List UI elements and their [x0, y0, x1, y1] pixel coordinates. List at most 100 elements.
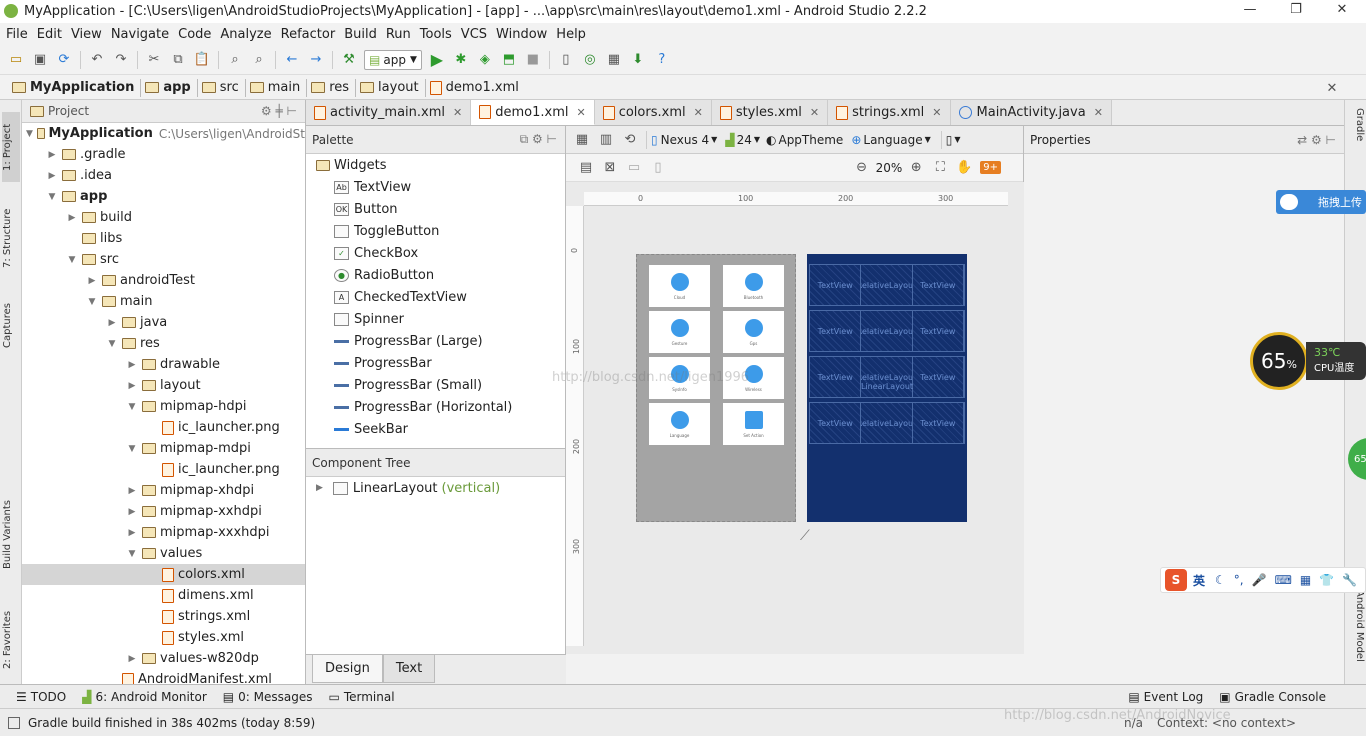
palette-settings-icon[interactable]: ⧉ ⚙ ⊢ [520, 132, 557, 147]
project-panel-title[interactable]: Project [48, 104, 89, 118]
tool-tab-event-log[interactable]: ▤ Event Log [1128, 690, 1203, 704]
palette-item[interactable]: Spinner [306, 308, 565, 330]
blueprint-preview[interactable]: TextViewRelativeLayoutTextView TextViewR… [807, 254, 967, 522]
breadcrumb-res[interactable]: res [307, 78, 357, 97]
expanded-arrow-icon[interactable]: ▼ [126, 402, 138, 412]
cpu-widget[interactable]: 65% 33℃ CPU温度 [1250, 332, 1366, 390]
tab-strings[interactable]: strings.xml ✕ [828, 100, 951, 125]
collapsed-arrow-icon[interactable]: ▶ [106, 318, 118, 328]
tree-item[interactable]: ▶ mipmap-xhdpi [22, 480, 305, 501]
expanded-arrow-icon[interactable]: ▼ [86, 297, 98, 307]
blueprint-row[interactable]: TextViewRelativeLayoutTextView [809, 310, 965, 352]
menu-help[interactable]: Help [556, 27, 586, 42]
tree-item[interactable]: ▶ layout [22, 375, 305, 396]
breadcrumb-src[interactable]: src [198, 78, 246, 97]
tree-item[interactable]: ▼ main [22, 291, 305, 312]
tab-text[interactable]: Text [382, 655, 436, 683]
help-icon[interactable]: ? [652, 50, 672, 70]
breadcrumb-myapplication[interactable]: MyApplication [8, 78, 142, 97]
margin-icon[interactable]: ▭ [624, 158, 644, 178]
tree-item[interactable]: strings.xml [22, 606, 305, 627]
minimize-button[interactable]: — [1230, 2, 1270, 20]
shirt-icon[interactable]: 👕 [1319, 573, 1334, 587]
copy-icon[interactable]: ⧉ [168, 50, 188, 70]
tree-item[interactable]: styles.xml [22, 627, 305, 648]
blueprint-row[interactable]: TextViewRelativeLayoutTextView [809, 264, 965, 306]
design-canvas[interactable]: 0 100 200 300 0 100 200 300 Cloud Blueto… [566, 182, 1024, 654]
close-icon[interactable]: ✕ [932, 106, 941, 119]
blueprint-view-icon[interactable]: ▥ [596, 130, 616, 150]
tab-mainactivity[interactable]: MainActivity.java ✕ [950, 100, 1112, 125]
menu-edit[interactable]: Edit [37, 27, 62, 42]
tool-tab-favorites[interactable]: 2: Favorites [2, 600, 20, 680]
tree-item[interactable]: AndroidManifest.xml [22, 669, 305, 684]
cut-icon[interactable]: ✂ [144, 50, 164, 70]
tree-item[interactable]: ▼ app [22, 186, 305, 207]
tree-item[interactable]: ▼ src [22, 249, 305, 270]
tile-gps[interactable]: Gps [723, 311, 784, 353]
expanded-arrow-icon[interactable]: ▼ [106, 339, 118, 349]
make-project-icon[interactable]: ⚒ [339, 50, 359, 70]
api-select[interactable]: 24 [737, 133, 752, 147]
pack-icon[interactable]: ▯ [648, 158, 668, 178]
tile-bluetooth[interactable]: Bluetooth [723, 265, 784, 307]
tool-tab-project[interactable]: 1: Project [2, 112, 20, 182]
tile-cloud[interactable]: Cloud [649, 265, 710, 307]
attach-debugger-icon[interactable]: ⬒ [499, 50, 519, 70]
design-view-icon[interactable]: ▦ [572, 130, 592, 150]
menu-analyze[interactable]: Analyze [220, 27, 271, 42]
tree-item[interactable]: ▶ values-w820dp [22, 648, 305, 669]
collapsed-arrow-icon[interactable]: ▶ [126, 528, 138, 538]
warnings-badge[interactable]: 9+ [980, 161, 1001, 174]
tool-tab-todo[interactable]: ☰ TODO [16, 690, 66, 704]
close-button[interactable]: ✕ [1322, 2, 1362, 20]
back-icon[interactable]: ← [282, 50, 302, 70]
close-icon[interactable]: ✕ [810, 106, 819, 119]
palette-item[interactable]: ProgressBar (Large) [306, 330, 565, 352]
tree-item[interactable]: ▶ drawable [22, 354, 305, 375]
collapsed-arrow-icon[interactable]: ▶ [126, 360, 138, 370]
palette-item[interactable]: ToggleButton [306, 220, 565, 242]
microphone-icon[interactable]: 🎤 [1252, 573, 1267, 587]
blueprint-row[interactable]: TextViewRelativeLayoutTextView [809, 402, 965, 444]
tile-language[interactable]: Language [649, 403, 710, 445]
palette-item[interactable]: ProgressBar (Small) [306, 374, 565, 396]
close-icon[interactable]: ✕ [694, 106, 703, 119]
tree-item[interactable]: ▶ .idea [22, 165, 305, 186]
menu-vcs[interactable]: VCS [461, 27, 487, 42]
collapsed-arrow-icon[interactable]: ▶ [126, 654, 138, 664]
tool-tab-captures[interactable]: Captures [2, 296, 20, 356]
breadcrumb-main[interactable]: main [246, 78, 308, 97]
palette-item[interactable]: ● RadioButton [306, 264, 565, 286]
collapsed-arrow-icon[interactable]: ▶ [126, 507, 138, 517]
palette-item[interactable]: ProgressBar (Horizontal) [306, 396, 565, 418]
menu-refactor[interactable]: Refactor [281, 27, 336, 42]
tree-item[interactable]: ▶ build [22, 207, 305, 228]
close-icon[interactable]: ✕ [453, 106, 462, 119]
collapsed-arrow-icon[interactable]: ▶ [46, 150, 58, 160]
stop-icon[interactable]: ■ [523, 50, 543, 70]
ime-mode[interactable]: 英 [1193, 572, 1205, 589]
breadcrumb-layout[interactable]: layout [356, 78, 426, 97]
pan-hand-icon[interactable]: ✋ [954, 158, 974, 178]
forward-icon[interactable]: → [306, 50, 326, 70]
close-icon[interactable]: ✕ [1094, 106, 1103, 119]
maximize-button[interactable]: ❐ [1276, 2, 1316, 20]
menu-code[interactable]: Code [178, 27, 211, 42]
zoom-in-icon[interactable]: ⊕ [906, 158, 926, 178]
tool-tab-android-model[interactable]: Android Model [1347, 590, 1365, 680]
tree-item[interactable]: ic_launcher.png [22, 417, 305, 438]
palette-item[interactable]: A CheckedTextView [306, 286, 565, 308]
orientation-icon[interactable]: ⟲ [620, 130, 640, 150]
close-icon[interactable]: ✕ [1322, 78, 1342, 98]
expanded-arrow-icon[interactable]: ▼ [126, 549, 138, 559]
sync-icon[interactable]: ⟳ [54, 50, 74, 70]
palette-item[interactable]: ProgressBar [306, 352, 565, 374]
open-folder-icon[interactable]: ▭ [6, 50, 26, 70]
status-toggle-icon[interactable] [8, 716, 20, 729]
tree-item[interactable]: ▶ .gradle [22, 144, 305, 165]
breadcrumb-demo1[interactable]: demo1.xml [426, 79, 525, 97]
palette-item[interactable]: OK Button [306, 198, 565, 220]
grid-icon[interactable]: ▦ [1300, 573, 1311, 587]
show-layout-icon[interactable]: ▤ [576, 158, 596, 178]
